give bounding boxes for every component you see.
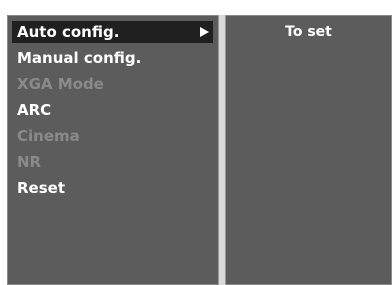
menu-item-arc[interactable]: ARC (8, 99, 218, 121)
menu-item-manual-config[interactable]: Manual config. (8, 47, 218, 69)
menu-item-reset[interactable]: Reset (8, 177, 218, 199)
menu-item-xga-mode: XGA Mode (8, 73, 218, 95)
menu-item-label: XGA Mode (17, 75, 104, 93)
menu-item-label: ARC (17, 101, 52, 119)
submenu-panel: To set (226, 15, 392, 285)
menu-list: Auto config. Manual config. XGA Mode ARC… (8, 21, 218, 203)
menu-item-label: Auto config. (17, 23, 120, 41)
menu-item-label: Reset (17, 179, 65, 197)
menu-item-label: Manual config. (17, 49, 142, 67)
menu-item-nr: NR (8, 151, 218, 173)
menu-item-label: NR (17, 153, 42, 171)
menu-item-cinema: Cinema (8, 125, 218, 147)
menu-panel: Auto config. Manual config. XGA Mode ARC… (7, 15, 218, 285)
osd-menu: Auto config. Manual config. XGA Mode ARC… (7, 15, 392, 285)
menu-item-auto-config[interactable]: Auto config. (12, 21, 213, 43)
menu-item-label: Cinema (17, 127, 80, 145)
submenu-value[interactable]: To set (226, 21, 391, 43)
arrow-right-icon (200, 27, 209, 37)
panel-divider (218, 15, 226, 285)
